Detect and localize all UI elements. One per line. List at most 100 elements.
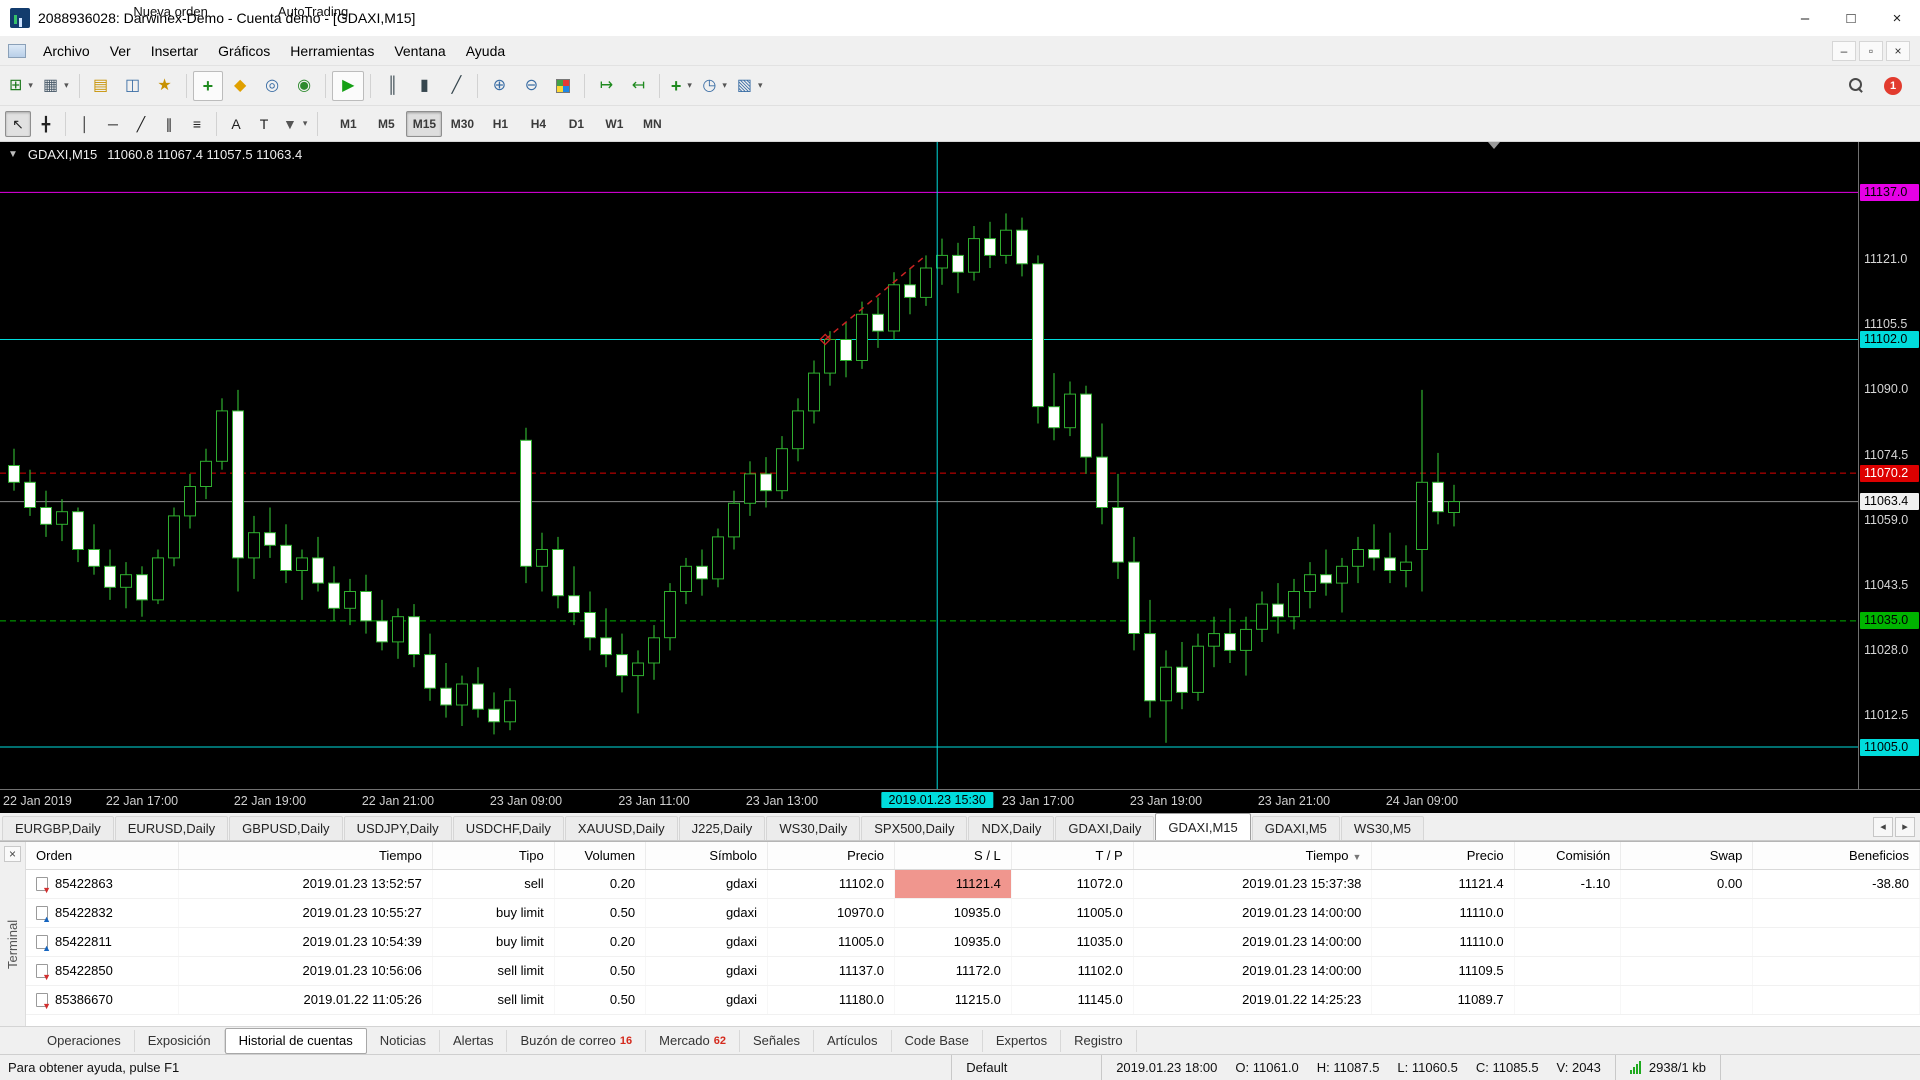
column-header-volumen[interactable]: Volumen	[554, 842, 645, 869]
timeframe-m30[interactable]: M30	[444, 111, 480, 137]
zoom-out-button[interactable]: ⊖	[516, 71, 546, 101]
crosshair-button[interactable]: ╋	[33, 111, 59, 137]
chart-tab-ws30-daily[interactable]: WS30,Daily	[766, 816, 860, 840]
chart-tab-ws30-m5[interactable]: WS30,M5	[1341, 816, 1424, 840]
market-watch-button[interactable]: ▤	[86, 71, 116, 101]
candlestick-chart-button[interactable]: ▮	[409, 71, 439, 101]
arrows-button[interactable]: ▼▾	[279, 111, 311, 137]
menu-graficos[interactable]: Gráficos	[208, 39, 280, 63]
terminal-tab-senales[interactable]: Señales	[740, 1030, 814, 1052]
terminal-close-icon[interactable]: ×	[4, 846, 21, 862]
column-header-s-l[interactable]: S / L	[894, 842, 1011, 869]
terminal-tab-expertos[interactable]: Expertos	[983, 1030, 1061, 1052]
chart-restore-button[interactable]: ▫	[1859, 41, 1883, 61]
chart-shift-button[interactable]: ↤	[623, 71, 653, 101]
strategy-tester-button[interactable]: ◎	[257, 71, 287, 101]
fibonacci-button[interactable]: ≡	[184, 111, 210, 137]
menu-ventana[interactable]: Ventana	[384, 39, 455, 63]
menu-archivo[interactable]: Archivo	[33, 39, 100, 63]
chart-tab-gdaxi-m5[interactable]: GDAXI,M5	[1252, 816, 1340, 840]
autotrading-button[interactable]: ▶AutoTrading	[332, 71, 364, 101]
chart-close-button[interactable]: ×	[1886, 41, 1910, 61]
timeframe-m15[interactable]: M15	[406, 111, 442, 137]
terminal-tab-alertas[interactable]: Alertas	[440, 1030, 507, 1052]
notifications-badge[interactable]: 1	[1884, 77, 1902, 95]
chart-tab-gbpusd-daily[interactable]: GBPUSD,Daily	[229, 816, 342, 840]
timeframe-w1[interactable]: W1	[596, 111, 632, 137]
tile-windows-button[interactable]	[548, 71, 578, 101]
maximize-button[interactable]: □	[1828, 0, 1874, 36]
history-row[interactable]: ▼854228632019.01.23 13:52:57sell0.20gdax…	[26, 869, 1920, 898]
templates-button[interactable]: ▧▾	[733, 71, 767, 101]
minimize-button[interactable]: –	[1782, 0, 1828, 36]
column-header-t-p[interactable]: T / P	[1011, 842, 1133, 869]
zoom-in-button[interactable]: ⊕	[484, 71, 514, 101]
chart-tab-usdchf-daily[interactable]: USDCHF,Daily	[453, 816, 564, 840]
text-button[interactable]: A	[223, 111, 249, 137]
status-profile[interactable]: Default	[951, 1055, 1101, 1080]
tabs-scroll-left-icon[interactable]: ◂	[1873, 817, 1893, 837]
chart-menu-icon[interactable]: ▼	[8, 149, 18, 160]
data-window-button[interactable]: ◫	[118, 71, 148, 101]
menu-herramientas[interactable]: Herramientas	[280, 39, 384, 63]
metaeditor-button[interactable]: ◆	[225, 71, 255, 101]
terminal-tab-historial-de-cuentas[interactable]: Historial de cuentas	[225, 1028, 367, 1054]
horizontal-line-button[interactable]: ─	[100, 111, 126, 137]
timeframe-m1[interactable]: M1	[330, 111, 366, 137]
history-row[interactable]: ▲854228112019.01.23 10:54:39buy limit0.2…	[26, 927, 1920, 956]
community-button[interactable]: ◉	[289, 71, 319, 101]
column-header-comision[interactable]: Comisión	[1514, 842, 1621, 869]
terminal-tab-code-base[interactable]: Code Base	[892, 1030, 983, 1052]
column-header-tiempo[interactable]: Tiempo	[178, 842, 432, 869]
timeframe-h4[interactable]: H4	[520, 111, 556, 137]
chart-tab-j225-daily[interactable]: J225,Daily	[679, 816, 766, 840]
history-row[interactable]: ▲854228322019.01.23 10:55:27buy limit0.5…	[26, 898, 1920, 927]
navigator-button[interactable]: ★	[150, 71, 180, 101]
chart-tab-xauusd-daily[interactable]: XAUUSD,Daily	[565, 816, 678, 840]
chart-tab-eurgbp-daily[interactable]: EURGBP,Daily	[2, 816, 114, 840]
timeframe-h1[interactable]: H1	[482, 111, 518, 137]
bars-chart-button[interactable]: ║	[377, 71, 407, 101]
timeframe-d1[interactable]: D1	[558, 111, 594, 137]
timeframe-mn[interactable]: MN	[634, 111, 670, 137]
indicators-button[interactable]: +▾	[666, 71, 696, 101]
chart-tab-eurusd-daily[interactable]: EURUSD,Daily	[115, 816, 228, 840]
cursor-button[interactable]: ↖	[5, 111, 31, 137]
time-axis[interactable]: 22 Jan 201922 Jan 17:0022 Jan 19:0022 Ja…	[0, 789, 1920, 813]
column-header-tiempo-close[interactable]: Tiempo▼	[1133, 842, 1372, 869]
chart-tab-gdaxi-daily[interactable]: GDAXI,Daily	[1055, 816, 1154, 840]
new-order-button[interactable]: +Nueva orden	[193, 71, 224, 101]
close-button[interactable]: ×	[1874, 0, 1920, 36]
text-label-button[interactable]: T	[251, 111, 277, 137]
column-header-precio[interactable]: Precio	[1372, 842, 1514, 869]
terminal-tab-buzon-de-correo[interactable]: Buzón de correo16	[507, 1030, 646, 1052]
terminal-tab-registro[interactable]: Registro	[1061, 1030, 1136, 1052]
history-row[interactable]: ▼854228502019.01.23 10:56:06sell limit0.…	[26, 956, 1920, 985]
trendline-button[interactable]: ╱	[128, 111, 154, 137]
column-header-swap[interactable]: Swap	[1621, 842, 1753, 869]
menu-ver[interactable]: Ver	[100, 39, 141, 63]
terminal-tab-exposicion[interactable]: Exposición	[135, 1030, 225, 1052]
search-button[interactable]	[1841, 71, 1871, 101]
tabs-scroll-right-icon[interactable]: ▸	[1895, 817, 1915, 837]
chart-tab-usdjpy-daily[interactable]: USDJPY,Daily	[344, 816, 452, 840]
new-chart-button[interactable]: ⊞▾	[5, 71, 37, 101]
line-chart-button[interactable]: ╱	[441, 71, 471, 101]
menu-ayuda[interactable]: Ayuda	[456, 39, 515, 63]
periods-button[interactable]: ◷▾	[698, 71, 731, 101]
column-header-orden[interactable]: Orden	[26, 842, 178, 869]
terminal-tab-operaciones[interactable]: Operaciones	[34, 1030, 135, 1052]
chart-tab-ndx-daily[interactable]: NDX,Daily	[968, 816, 1054, 840]
column-header-beneficios[interactable]: Beneficios	[1753, 842, 1920, 869]
profiles-button[interactable]: ▦▾	[39, 71, 73, 101]
column-header-precio[interactable]: Precio	[768, 842, 895, 869]
vertical-line-button[interactable]: │	[72, 111, 98, 137]
chart-tab-gdaxi-m15[interactable]: GDAXI,M15	[1155, 813, 1250, 840]
menu-insertar[interactable]: Insertar	[141, 39, 208, 63]
timeframe-m5[interactable]: M5	[368, 111, 404, 137]
terminal-tab-articulos[interactable]: Artículos	[814, 1030, 892, 1052]
chart-canvas[interactable]	[0, 142, 1858, 789]
price-axis[interactable]: 11121.011105.511090.011074.511059.011043…	[1858, 142, 1920, 789]
equidistant-channel-button[interactable]: ∥	[156, 111, 182, 137]
column-header-tipo[interactable]: Tipo	[432, 842, 554, 869]
